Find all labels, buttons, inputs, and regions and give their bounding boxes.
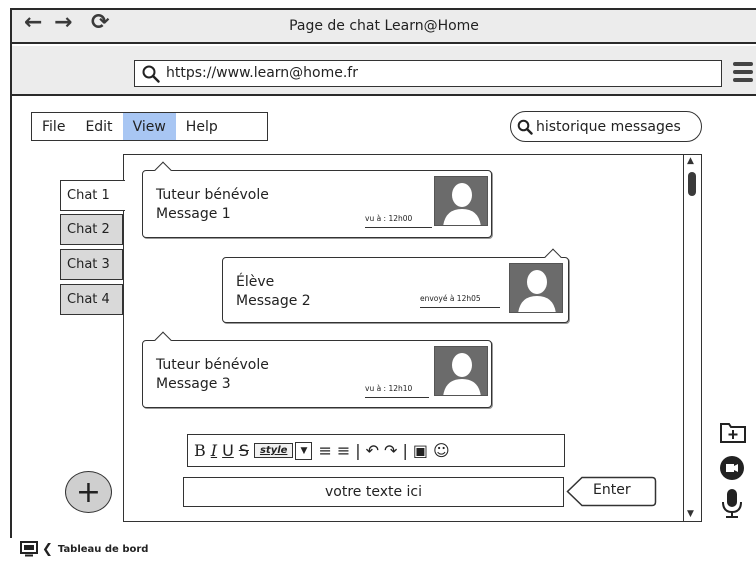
separator: | — [355, 441, 361, 460]
message-text: Message 1 — [156, 206, 231, 222]
menu-icon[interactable] — [733, 62, 753, 84]
message-sender: Élève — [236, 274, 275, 290]
tab-chat-1[interactable]: Chat 1 — [60, 180, 125, 211]
tab-chat-2[interactable]: Chat 2 — [60, 214, 123, 245]
refresh-icon[interactable]: ⟳ — [91, 12, 109, 34]
underline-icon[interactable]: U — [222, 441, 234, 460]
message-bubble: Élève Message 2 envoyé à 12h05 — [222, 248, 569, 323]
dashboard-label: Tableau de bord — [57, 543, 149, 555]
separator: | — [402, 441, 408, 460]
message-status: vu à : 12h10 — [365, 384, 429, 398]
add-folder-icon[interactable] — [719, 420, 747, 444]
video-icon[interactable] — [719, 455, 745, 481]
italic-icon[interactable]: I — [211, 441, 217, 460]
enter-button[interactable]: Enter — [566, 476, 657, 507]
style-dropdown-icon[interactable]: ▼ — [295, 441, 313, 460]
avatar — [509, 263, 563, 313]
history-search-label: historique messages — [536, 118, 681, 135]
microphone-icon[interactable] — [719, 487, 745, 519]
menu-file[interactable]: File — [32, 113, 75, 140]
tab-chat-3[interactable]: Chat 3 — [60, 249, 123, 280]
style-select[interactable]: style — [253, 443, 294, 458]
bold-icon[interactable]: B — [194, 441, 206, 460]
message-status: envoyé à 12h05 — [420, 294, 500, 308]
message-sender: Tuteur bénévole — [156, 187, 269, 203]
message-text: Message 3 — [156, 376, 231, 392]
dashboard-link[interactable]: ❮ Tableau de bord — [20, 540, 148, 558]
history-search-button[interactable]: historique messages — [510, 111, 702, 142]
undo-icon[interactable]: ↶ — [366, 441, 379, 460]
scrollbar[interactable] — [683, 155, 701, 521]
forward-arrow-icon[interactable]: → — [54, 12, 72, 34]
window-title: Page de chat Learn@Home — [289, 18, 479, 34]
chevron-left-icon: ❮ — [42, 541, 53, 557]
add-icon[interactable]: + — [65, 471, 112, 513]
editor-toolbar: B I U S style ▼ ≡ ≡ | ↶ ↷ | ▣ ☺ — [187, 434, 565, 467]
enter-label: Enter — [593, 482, 631, 498]
menu-help[interactable]: Help — [176, 113, 228, 140]
redo-icon[interactable]: ↷ — [384, 441, 397, 460]
message-input[interactable]: votre texte ici — [183, 477, 564, 507]
strikethrough-icon[interactable]: S — [239, 441, 249, 460]
numbered-list-icon[interactable]: ≡ — [337, 441, 350, 460]
bullet-list-icon[interactable]: ≡ — [318, 441, 331, 460]
address-bar[interactable]: https://www.learn@home.fr — [134, 60, 722, 87]
scroll-thumb[interactable] — [688, 172, 696, 196]
avatar — [434, 176, 488, 226]
dashboard-icon — [20, 541, 38, 557]
image-icon[interactable]: ▣ — [413, 441, 428, 460]
tab-chat-4[interactable]: Chat 4 — [60, 284, 123, 315]
search-icon — [517, 119, 533, 135]
menu-view[interactable]: View — [122, 113, 176, 140]
search-icon — [142, 65, 160, 83]
message-sender: Tuteur bénévole — [156, 357, 269, 373]
menu-bar: File Edit View Help — [31, 112, 268, 141]
scroll-down-icon[interactable]: ▼ — [687, 509, 694, 519]
scroll-up-icon[interactable]: ▲ — [687, 156, 694, 166]
emoji-icon[interactable]: ☺ — [433, 441, 450, 460]
url-text: https://www.learn@home.fr — [166, 65, 358, 81]
message-status: vu à : 12h00 — [365, 214, 432, 228]
message-bubble: Tuteur bénévole Message 3 vu à : 12h10 — [142, 331, 492, 408]
back-arrow-icon[interactable]: ← — [24, 12, 42, 34]
avatar — [434, 346, 488, 396]
title-bar: Page de chat Learn@Home — [12, 10, 756, 44]
message-bubble: Tuteur bénévole Message 1 vu à : 12h00 — [142, 161, 492, 238]
menu-edit[interactable]: Edit — [75, 113, 122, 140]
message-text: Message 2 — [236, 293, 311, 309]
